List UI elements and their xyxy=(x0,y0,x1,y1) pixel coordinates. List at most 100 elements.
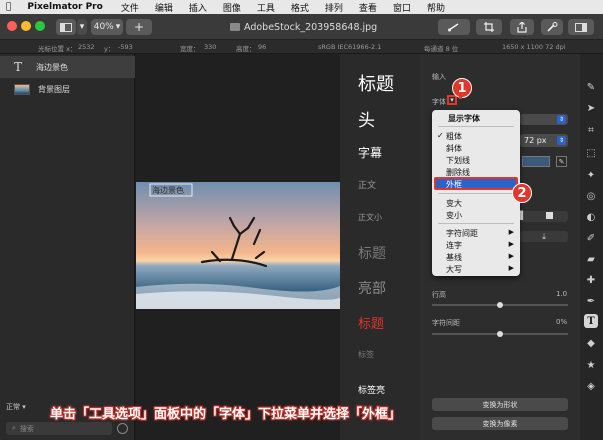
menu-view[interactable]: 查看 xyxy=(351,1,385,14)
shapes-icon[interactable]: ◆ xyxy=(584,336,598,350)
zoom-dropdown[interactable]: 40% ▾ xyxy=(91,19,123,35)
pen-icon[interactable]: ✒ xyxy=(584,294,598,308)
style-tool-icon[interactable]: ✎ xyxy=(584,80,598,94)
eraser-icon[interactable]: ▰ xyxy=(584,252,598,266)
preset-tag[interactable]: 标签 xyxy=(358,349,374,360)
preset-title[interactable]: 标题 xyxy=(358,70,394,96)
type-tool-icon[interactable]: T xyxy=(584,314,598,328)
line-height-slider-knob[interactable] xyxy=(497,302,503,308)
color-adjust-icon[interactable]: ✦ xyxy=(584,168,598,182)
menu-file[interactable]: 文件 xyxy=(113,1,147,14)
sidebar-toggle-button[interactable] xyxy=(56,19,76,35)
menu-tools[interactable]: 工具 xyxy=(249,1,283,14)
share-button[interactable] xyxy=(510,19,534,35)
apple-menu[interactable]:  xyxy=(0,2,19,12)
format-sidebar-button[interactable] xyxy=(568,19,594,35)
menu-item-capitalization[interactable]: 大写 ▶ xyxy=(446,264,520,275)
convert-to-shape-button[interactable]: 变换为形状 xyxy=(432,398,568,411)
align-icon: ▌ xyxy=(520,211,527,220)
canvas-image[interactable]: 海边景色 xyxy=(136,182,340,309)
minimize-window-button[interactable] xyxy=(21,21,31,31)
line-height-label: 行高 xyxy=(432,291,446,299)
cursor-x-value: 2532 xyxy=(78,43,95,51)
menu-item-bold[interactable]: ✓ 粗体 xyxy=(437,131,520,142)
star-icon[interactable]: ★ xyxy=(584,358,598,372)
menu-item-label: 粗体 xyxy=(446,132,462,141)
preset-body-small[interactable]: 正文小 xyxy=(358,212,382,223)
layer-options-button[interactable] xyxy=(117,423,128,434)
submenu-arrow-icon: ▶ xyxy=(508,240,514,248)
submenu-arrow-icon: ▶ xyxy=(508,252,514,260)
close-window-button[interactable] xyxy=(7,21,17,31)
height-label: 高度： xyxy=(236,45,256,53)
crop-tool-icon[interactable]: ⌗ xyxy=(584,123,598,137)
menu-insert[interactable]: 插入 xyxy=(181,1,215,14)
font-dropdown-button[interactable]: ▾ xyxy=(447,95,457,105)
menu-separator xyxy=(438,126,514,127)
text-color-well[interactable] xyxy=(522,156,550,167)
preset-body[interactable]: 正文 xyxy=(358,178,376,191)
text-layer-icon: T xyxy=(14,60,23,74)
menu-item-ligature[interactable]: 连字 ▶ xyxy=(446,240,520,251)
select-tool-icon[interactable]: ⬚ xyxy=(584,146,598,160)
eyedropper-icon[interactable]: ✎ xyxy=(556,156,567,167)
menu-format[interactable]: 格式 xyxy=(283,1,317,14)
menu-edit[interactable]: 编辑 xyxy=(147,1,181,14)
document-title: AdobeStock_203958648.jpg xyxy=(230,21,390,33)
convert-to-pixels-button[interactable]: 变换为像素 xyxy=(432,417,568,430)
tools-icon xyxy=(546,22,557,32)
font-dropdown-menu: 显示字体 ✓ 粗体 斜体 下划线 删除线 外框 变大 变小 字符间距 ▶ 连字 ▶ 基… xyxy=(432,110,520,276)
arrange-tool-icon[interactable]: ➤ xyxy=(584,101,598,115)
search-icon: ⌕ xyxy=(12,424,16,432)
chevron-down-icon: ▾ xyxy=(115,22,121,32)
cursor-y-label: y： xyxy=(104,45,115,53)
char-spacing-slider-knob[interactable] xyxy=(497,331,503,337)
preset-header[interactable]: 头 xyxy=(358,106,375,131)
width-label: 宽度： xyxy=(180,45,200,53)
menu-item-label: 字符间距 xyxy=(446,229,478,238)
blend-mode-dropdown[interactable]: 正常 ▾ xyxy=(6,402,26,412)
sidebar-view-dropdown[interactable]: ▾ xyxy=(77,19,87,35)
preset-heading-light[interactable]: 标题 xyxy=(358,243,386,263)
app-menu[interactable]: Pixelmator Pro xyxy=(19,2,112,12)
menu-item-italic[interactable]: 斜体 xyxy=(446,143,520,154)
color-profile: sRGB IEC61966-2.1 xyxy=(318,43,382,51)
stepper-icon: ⇕ xyxy=(557,136,566,145)
seascape-photo: 海边景色 xyxy=(136,182,340,309)
menu-item-baseline[interactable]: 基线 ▶ xyxy=(446,252,520,263)
style-tool-button[interactable] xyxy=(438,19,470,35)
effects-icon[interactable]: ◎ xyxy=(584,189,598,203)
tools-sidebar-button[interactable] xyxy=(541,19,563,35)
menu-image[interactable]: 图像 xyxy=(215,1,249,14)
preset-tag-light[interactable]: 标签亮 xyxy=(358,383,385,396)
canvas-text-layer[interactable]: 海边景色 xyxy=(152,185,184,195)
image-file-icon xyxy=(230,23,240,31)
menu-item-underline[interactable]: 下划线 xyxy=(446,155,520,166)
distort-icon[interactable]: ◈ xyxy=(584,379,598,393)
menu-help[interactable]: 帮助 xyxy=(419,1,453,14)
layer-text[interactable]: T 海边景色 xyxy=(0,56,135,78)
paint-icon[interactable]: ✐ xyxy=(584,231,598,245)
menu-item-kern[interactable]: 字符间距 ▶ xyxy=(446,228,520,239)
menu-item-bigger[interactable]: 变大 xyxy=(446,198,520,209)
menu-item-label: 连字 xyxy=(446,241,462,250)
retouch-icon[interactable]: ✚ xyxy=(584,273,598,287)
layer-background[interactable]: 背景图层 xyxy=(0,78,135,100)
zoom-window-button[interactable] xyxy=(35,21,45,31)
vertical-align-button[interactable]: ⤓ xyxy=(520,231,568,242)
add-button[interactable]: + xyxy=(126,19,152,35)
preset-subtitle[interactable]: 字幕 xyxy=(358,144,382,161)
preset-highlight[interactable]: 亮部 xyxy=(358,278,386,298)
menu-window[interactable]: 窗口 xyxy=(385,1,419,14)
menu-item-outline[interactable]: 外框 xyxy=(446,179,520,190)
menu-header-show-fonts[interactable]: 显示字体 xyxy=(448,113,522,124)
menu-item-label: 基线 xyxy=(446,253,462,262)
fill-icon[interactable]: ◐ xyxy=(584,210,598,224)
layer-search-input[interactable]: ⌕ 搜索 xyxy=(6,422,112,435)
alignment-segment[interactable] xyxy=(520,211,568,222)
menu-item-smaller[interactable]: 变小 xyxy=(446,210,520,221)
sidebar-right-icon xyxy=(575,22,587,32)
crop-button[interactable] xyxy=(476,19,502,35)
menu-arrange[interactable]: 排列 xyxy=(317,1,351,14)
preset-heading-red[interactable]: 标题 xyxy=(358,313,384,332)
